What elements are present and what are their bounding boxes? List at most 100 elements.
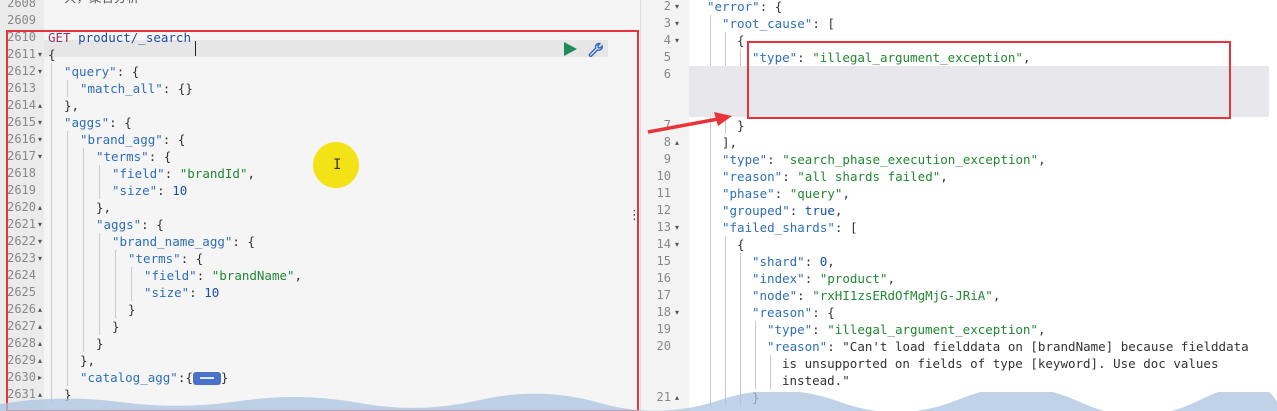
line-number: 3	[663, 16, 671, 30]
line-number: 2609	[7, 13, 36, 27]
line-number: 17	[656, 288, 671, 302]
code-line[interactable]: 16 "index": "product",	[641, 270, 1277, 287]
indent-guide	[710, 253, 711, 270]
indent-guide	[725, 321, 726, 338]
indent-guide	[710, 202, 711, 219]
fold-toggle-icon[interactable]: ▴	[673, 134, 681, 151]
indent-guide	[710, 270, 711, 287]
fold-toggle-icon[interactable]: ▾	[673, 0, 681, 15]
fold-toggle-icon[interactable]: ▾	[673, 32, 681, 49]
indent-guide	[725, 355, 726, 372]
code-text: "reason": "all shards failed",	[722, 169, 948, 184]
annotation-box-request	[6, 30, 639, 411]
code-text: "reason": "Can't load fielddata on [bran…	[767, 339, 1249, 354]
code-line[interactable]: is unsupported on fields of type [keywor…	[641, 355, 1277, 372]
indent-guide	[740, 321, 741, 338]
code-line[interactable]: instead."	[641, 372, 1277, 389]
fold-toggle-icon[interactable]: ▾	[673, 15, 681, 32]
indent-guide	[710, 372, 711, 389]
code-line[interactable]: 10 "reason": "all shards failed",	[641, 168, 1277, 185]
indent-guide	[710, 15, 711, 32]
line-number: 13	[656, 220, 671, 234]
code-text: "node": "rxHI1zsERdOfMgMjG-JRiA",	[752, 288, 1001, 303]
code-line[interactable]: 8 ▴],	[641, 134, 1277, 151]
code-line[interactable]: 2 ▾ "error": {	[641, 0, 1277, 15]
code-line[interactable]: 7▴}	[641, 117, 1277, 134]
indent-guide	[740, 253, 741, 270]
indent-guide	[725, 253, 726, 270]
indent-guide	[755, 321, 756, 338]
indent-guide	[710, 219, 711, 236]
indent-guide	[725, 236, 726, 253]
code-line[interactable]: 3 ▾ "root_cause": [	[641, 15, 1277, 32]
code-line[interactable]: 20 "reason": "Can't load fielddata on [br…	[641, 338, 1277, 355]
code-line[interactable]: 11 "phase": "query",	[641, 185, 1277, 202]
code-text: instead."	[782, 373, 850, 388]
code-line[interactable]: 15 "shard": 0,	[641, 253, 1277, 270]
code-text: "type": "illegal_argument_exception",	[767, 322, 1046, 337]
code-line[interactable]: 2609	[0, 12, 640, 29]
fold-toggle-icon[interactable]: ▾	[673, 304, 681, 321]
code-text: is unsupported on fields of type [keywor…	[782, 356, 1219, 371]
code-text: "type": "search_phase_execution_exceptio…	[722, 152, 1046, 167]
line-number: 2608	[7, 0, 36, 10]
indent-guide	[740, 49, 741, 66]
indent-guide	[725, 304, 726, 321]
line-number: 10	[656, 169, 671, 183]
line-number: 19	[656, 322, 671, 336]
indent-guide	[725, 287, 726, 304]
indent-guide	[710, 287, 711, 304]
indent-guide	[710, 32, 711, 49]
line-number: 8	[663, 135, 671, 149]
indent-guide	[770, 372, 771, 389]
code-text: "root_cause": [	[722, 16, 835, 31]
code-line[interactable]: 9 "type": "search_phase_execution_excepti…	[641, 151, 1277, 168]
fold-toggle-icon[interactable]: ▾	[673, 236, 681, 253]
indent-guide	[710, 185, 711, 202]
line-number: 18	[656, 305, 671, 319]
code-text: "failed_shards": [	[722, 220, 858, 235]
code-text: {	[737, 237, 745, 252]
indent-guide	[755, 372, 756, 389]
indent-guide	[710, 134, 711, 151]
code-line[interactable]: 14 ▾ {	[641, 236, 1277, 253]
code-line[interactable]: 17 "node": "rxHI1zsERdOfMgMjG-JRiA",	[641, 287, 1277, 304]
indent-guide	[740, 270, 741, 287]
indent-guide	[725, 270, 726, 287]
line-number: 2	[663, 0, 671, 13]
code-line[interactable]: 13 ▾ "failed_shards": [	[641, 219, 1277, 236]
code-text: "index": "product",	[752, 271, 896, 286]
line-number: 20	[656, 339, 671, 353]
indent-guide	[725, 32, 726, 49]
indent-guide	[725, 338, 726, 355]
line-number: 16	[656, 271, 671, 285]
line-number: 9	[663, 152, 671, 166]
line-number: 12	[656, 203, 671, 217]
code-text: }	[737, 118, 745, 133]
indent-guide	[710, 168, 711, 185]
code-line[interactable]: 18 ▾ "reason": {	[641, 304, 1277, 321]
fold-toggle-icon[interactable]: ▾	[673, 219, 681, 236]
indent-guide	[710, 321, 711, 338]
code-text: "error": {	[707, 0, 783, 14]
indent-guide	[710, 236, 711, 253]
indent-guide	[725, 49, 726, 66]
indent-guide	[740, 287, 741, 304]
annotation-arrow-icon	[647, 112, 732, 134]
line-number: 15	[656, 254, 671, 268]
indent-guide	[755, 338, 756, 355]
indent-guide	[770, 355, 771, 372]
code-line[interactable]: 2608 共，聚合分析	[0, 0, 640, 12]
annotation-box-error	[747, 41, 1231, 119]
line-number: 6	[663, 67, 671, 81]
decorative-wave	[0, 392, 1277, 411]
line-number: 5	[663, 50, 671, 64]
indent-guide	[710, 151, 711, 168]
code-text: {	[737, 33, 745, 48]
indent-guide	[740, 304, 741, 321]
code-line[interactable]: 12 "grouped": true,	[641, 202, 1277, 219]
line-number: 11	[656, 186, 671, 200]
indent-guide	[710, 355, 711, 372]
code-text: "phase": "query",	[722, 186, 850, 201]
code-line[interactable]: 19 "type": "illegal_argument_exception",	[641, 321, 1277, 338]
